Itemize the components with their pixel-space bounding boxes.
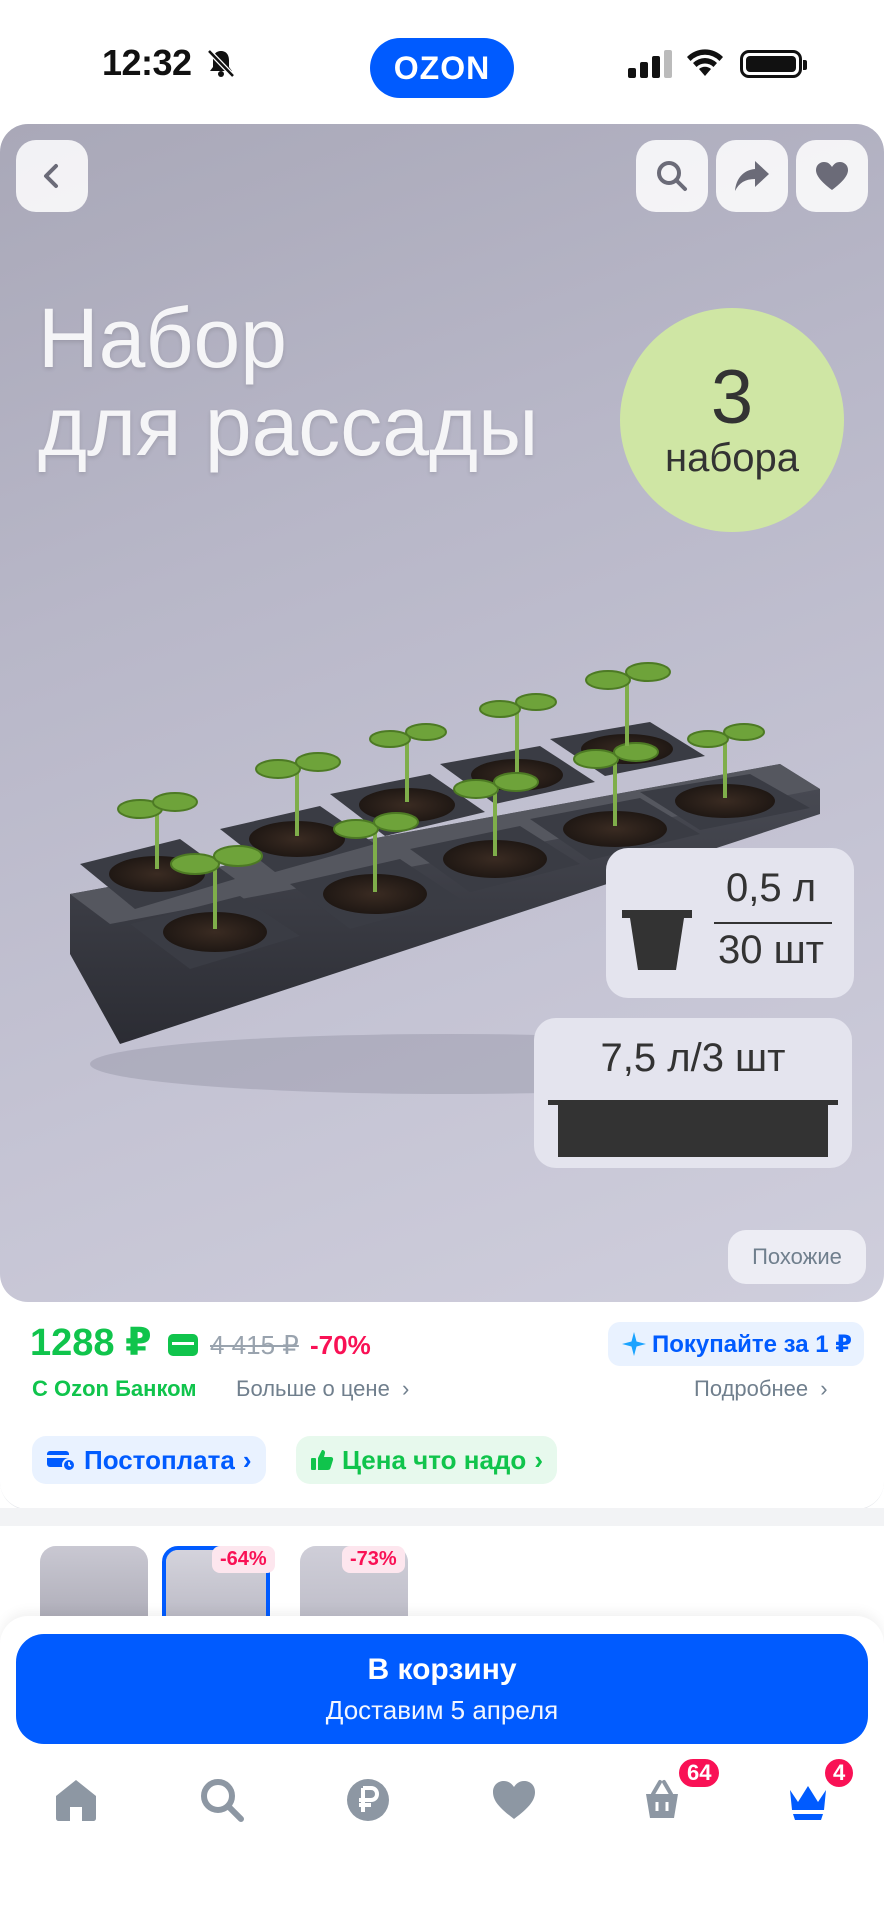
details-label: Подробнее [694,1376,809,1401]
variant-discount-tag: -73% [342,1546,405,1573]
chevron-right-icon: › [820,1376,828,1401]
bank-card-icon [168,1334,198,1356]
favorite-button[interactable] [796,140,868,212]
hero-title-line1: Набор [38,291,287,385]
pot-volume: 0,5 л [725,866,817,910]
battery-icon [740,50,807,78]
product-image-gallery[interactable]: Набор для рассады 3 набора 0,5 л 30 шт 7… [0,124,884,1302]
discount-percent: -70% [310,1330,371,1360]
cart-badge: 64 [676,1756,723,1790]
heart-icon [816,162,848,190]
search-icon [657,161,687,191]
tray-icon [548,1100,838,1157]
hero-title-line2: для рассады [38,379,539,473]
heart-tab-icon[interactable] [490,1776,538,1824]
tray-spec-card: 7,5 л/3 шт [534,1018,852,1168]
more-about-price-label: Больше о цене [236,1376,390,1401]
postpay-chip[interactable]: Постоплата › [32,1436,266,1484]
bottom-tab-bar [0,1746,884,1920]
more-about-price-link[interactable]: Больше о цене › [236,1376,409,1402]
share-button[interactable] [716,140,788,212]
current-price: 1288 ₽ [30,1322,152,1364]
buy-for-one-label: Покупайте за 1 ₽ [652,1330,852,1358]
home-icon[interactable] [52,1776,100,1824]
delivery-date: Доставим 5 апреля [325,1694,559,1725]
fair-price-label: Цена что надо [342,1444,527,1475]
thumbs-up-icon [311,1450,334,1470]
chevron-right-icon: › [242,1444,252,1475]
hero-title: Набор для рассады [38,294,538,470]
chevron-right-icon: › [534,1444,543,1475]
bell-off-icon [207,49,235,78]
chevron-left-icon [44,164,58,188]
ruble-icon[interactable] [344,1776,392,1824]
profile-badge: 4 [822,1756,857,1790]
search-tab-icon[interactable] [198,1776,246,1824]
add-to-cart-button[interactable]: В корзину Доставим 5 апреля [16,1634,868,1744]
back-button[interactable] [16,140,88,212]
share-icon [735,161,769,191]
section-separator [0,1508,884,1526]
buy-for-one-button[interactable]: Покупайте за 1 ₽ [608,1322,864,1366]
variant-discount-tag: -64% [212,1546,275,1573]
sets-badge: 3 набора [620,308,844,532]
sets-count: 3 [710,355,754,440]
signal-icon [628,50,672,78]
postpay-label: Постоплата [84,1444,235,1475]
card-clock-icon [47,1451,76,1472]
fraction-line [714,922,832,924]
tray-spec: 7,5 л/3 шт [600,1036,786,1080]
sparkle-icon [622,1332,646,1356]
old-price: 4 415 ₽ [210,1330,299,1360]
add-to-cart-label: В корзину [367,1652,517,1686]
ozon-bank-note: С Ozon Банком [32,1376,197,1401]
chevron-right-icon: › [401,1376,410,1401]
status-time: 12:32 [102,42,192,83]
fair-price-chip[interactable]: Цена что надо › [296,1436,557,1484]
similar-button[interactable]: Похожие [728,1230,866,1284]
ozon-logo[interactable]: OZON [370,38,514,98]
pot-spec-card: 0,5 л 30 шт [606,848,854,998]
search-button[interactable] [636,140,708,212]
sets-label: набора [665,436,799,480]
details-link[interactable]: Подробнее › [694,1376,828,1402]
status-bar: 12:32 OZON [0,0,884,124]
pot-count: 30 шт [717,928,824,972]
pot-icon [622,910,692,970]
wifi-icon [687,49,723,76]
